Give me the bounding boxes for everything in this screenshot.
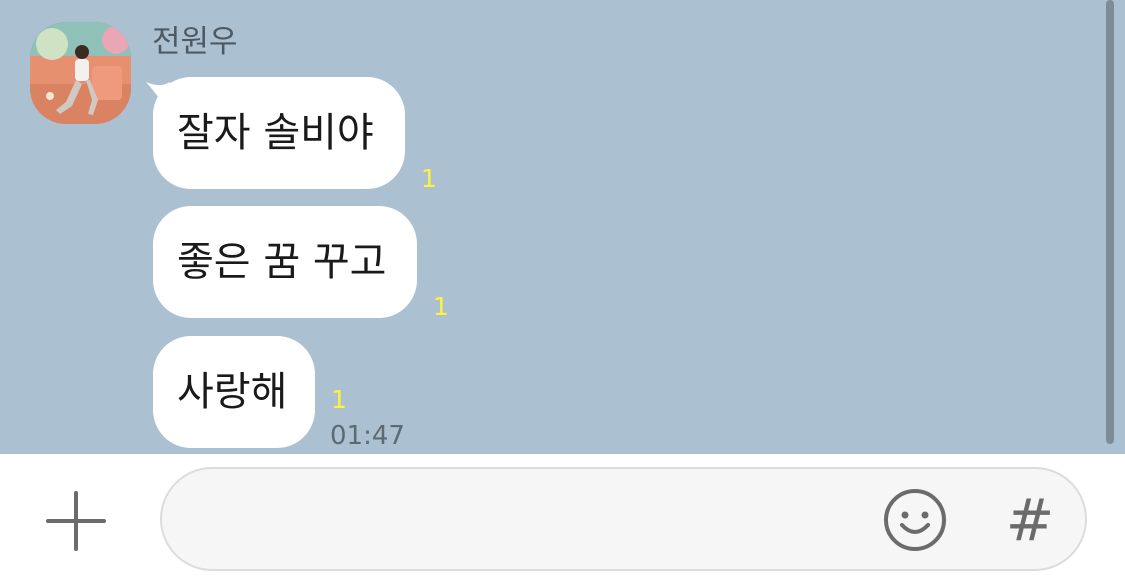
message-bubble[interactable]: 좋은 꿈 꾸고: [153, 206, 417, 318]
sender-name: 전원우: [152, 24, 238, 60]
message-text: 좋은 꿈 꾸고: [177, 239, 387, 285]
hash-button[interactable]: #: [1000, 485, 1060, 555]
unread-count: 1: [331, 385, 347, 414]
message-text: 잘자 솔비야: [177, 110, 374, 156]
avatar-photo: [30, 22, 131, 124]
add-attachment-button[interactable]: [44, 489, 108, 553]
input-bar: #: [0, 454, 1125, 584]
message-bubble[interactable]: 잘자 솔비야: [153, 77, 405, 189]
avatar[interactable]: [30, 22, 131, 124]
emoji-icon: [884, 489, 946, 551]
chat-area[interactable]: 전원우 잘자 솔비야 1 좋은 꿈 꾸고 1 사랑해 1 01:47: [0, 0, 1125, 454]
message-bubble[interactable]: 사랑해: [153, 336, 315, 448]
message-text: 사랑해: [177, 369, 288, 415]
unread-count: 1: [433, 292, 449, 321]
emoji-button[interactable]: [882, 487, 948, 553]
message-input[interactable]: [192, 469, 876, 571]
plus-icon: [46, 491, 106, 551]
hash-icon: #: [1005, 486, 1055, 554]
scrollbar[interactable]: [1106, 0, 1114, 444]
message-input-container[interactable]: #: [160, 467, 1087, 571]
message-timestamp: 01:47: [330, 421, 405, 451]
unread-count: 1: [421, 164, 437, 193]
